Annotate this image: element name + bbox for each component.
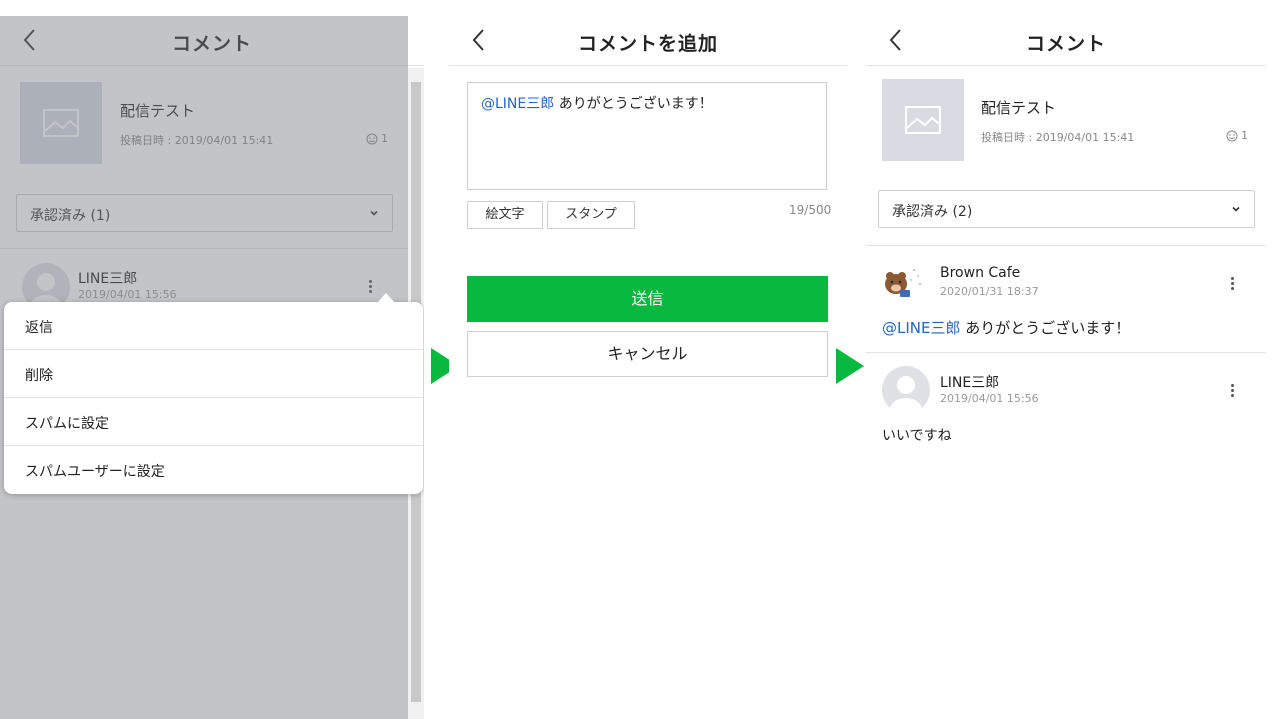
menu-item-label: スパムユーザーに設定 — [25, 464, 165, 480]
comment-author: LINE三郎 — [940, 375, 1000, 391]
character-counter: 19/500 — [789, 203, 832, 217]
screen-comment-list: コメント 配信テスト 投稿日時 : 2019/04/01 15:41 1 承認済… — [866, 16, 1266, 719]
page-title: コメントを追加 — [577, 33, 718, 55]
menu-item-label: 削除 — [25, 368, 53, 384]
status-filter-select[interactable]: 承認済み (2) — [878, 190, 1255, 228]
divider — [866, 352, 1266, 353]
post-count-value: 1 — [1241, 129, 1248, 142]
screen-comment-list-menu: コメント 配信テスト 投稿日時 : 2019/04/01 15:41 1 承認済… — [0, 16, 424, 719]
comment-author: Brown Cafe — [940, 265, 1021, 281]
user-silhouette-icon — [890, 376, 922, 414]
post-title: 配信テスト — [981, 99, 1057, 117]
mention: @LINE三郎 — [481, 96, 555, 112]
kebab-menu-icon[interactable] — [1224, 273, 1240, 293]
comment-text: いいですね — [882, 428, 952, 444]
brown-bear-icon — [885, 269, 921, 297]
header: コメントを追加 — [449, 16, 847, 66]
image-placeholder-icon — [905, 106, 941, 134]
chevron-down-icon — [1232, 206, 1240, 212]
send-button[interactable]: 送信 — [467, 276, 828, 322]
header: コメント — [866, 16, 1266, 66]
sticker-button[interactable]: スタンプ — [547, 201, 635, 229]
comment-action-menu: 返信 削除 スパムに設定 スパムユーザーに設定 — [4, 293, 423, 494]
emoji-button[interactable]: 絵文字 — [467, 201, 543, 229]
comment-input-body: ありがとうございます！ — [554, 96, 713, 112]
menu-item-mark-spam-user[interactable]: スパムユーザーに設定 — [4, 446, 423, 494]
comment-text-body: ありがとうございます！ — [960, 319, 1131, 337]
page-title: コメント — [1025, 33, 1106, 55]
menu-item-label: スパムに設定 — [25, 416, 109, 432]
smiley-icon — [1226, 130, 1238, 141]
avatar-brown-cafe — [880, 260, 928, 308]
menu-item-label: 返信 — [25, 320, 53, 336]
cancel-button[interactable]: キャンセル — [467, 331, 828, 377]
divider — [866, 245, 1266, 246]
comment-date: 2020/01/31 18:37 — [940, 285, 1039, 298]
post-reaction-count: 1 — [1226, 129, 1248, 142]
post-thumbnail — [882, 79, 964, 161]
comment-input-text: @LINE三郎 ありがとうございます！ — [481, 93, 713, 113]
post-date: 投稿日時 : 2019/04/01 15:41 — [981, 131, 1135, 144]
comment-date: 2019/04/01 15:56 — [940, 392, 1039, 405]
menu-item-mark-spam[interactable]: スパムに設定 — [4, 398, 423, 446]
mention: @LINE三郎 — [882, 319, 961, 337]
flow-arrow-icon — [836, 348, 864, 384]
menu-item-reply[interactable]: 返信 — [4, 302, 423, 350]
avatar — [882, 366, 930, 414]
comment-text: @LINE三郎 ありがとうございます！ — [882, 317, 1130, 338]
status-filter-label: 承認済み (2) — [892, 204, 973, 220]
menu-item-delete[interactable]: 削除 — [4, 350, 423, 398]
kebab-menu-icon[interactable] — [1224, 380, 1240, 400]
comment-textarea[interactable]: @LINE三郎 ありがとうございます！ — [467, 82, 827, 190]
